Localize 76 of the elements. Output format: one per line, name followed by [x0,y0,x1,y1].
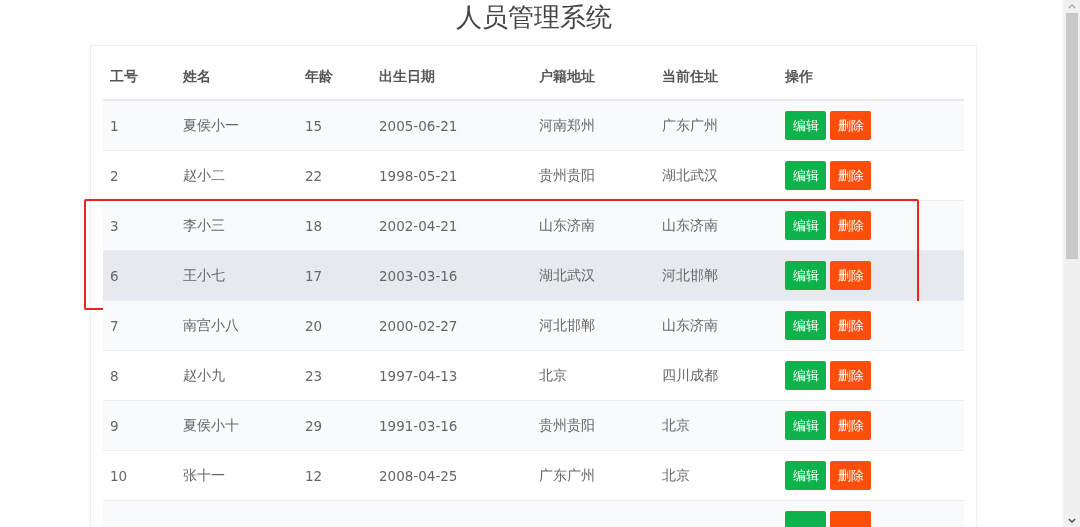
table-cell-text: 北京 [539,366,568,385]
table-cell-text: 李小三 [183,216,226,235]
edit-button[interactable]: 编辑 [785,461,826,490]
table-cell-text: 2003-03-16 [379,267,459,284]
table-cell-text: 2 [110,167,120,184]
delete-button[interactable]: 删除 [830,111,871,140]
edit-button[interactable]: 编辑 [785,411,826,440]
table-cell-text: 王小七 [183,266,226,285]
table-cell-text: 赵小九 [183,366,226,385]
delete-button[interactable]: 删除 [830,211,871,240]
delete-button[interactable]: 删除 [830,311,871,340]
scrollbar[interactable] [1063,0,1080,527]
column-header: 当前住址 [662,68,719,86]
table-cell-text: 湖北武汉 [539,266,596,285]
table-cell-text: 南宫小八 [183,316,240,335]
table-cell-text: 夏侯小一 [183,116,240,135]
table-cell-text: 22 [305,167,324,184]
table-cell-text: 河北邯郸 [539,316,596,335]
column-header: 操作 [785,68,814,86]
table-cell-text: 15 [305,117,324,134]
scroll-up-icon[interactable] [1067,4,1076,9]
table-cell-text: 6 [110,267,120,284]
column-header: 年龄 [305,68,334,86]
table-cell-text: 1998-05-21 [379,167,459,184]
edit-button[interactable]: 编辑 [785,161,826,190]
table-cell-text: 7 [110,317,120,334]
table-cell-text: 湖北武汉 [662,166,719,185]
table-cell-text: 张十一 [183,466,226,485]
table-cell-text: 北京 [662,466,691,485]
table-cell-text: 四川成都 [662,366,719,385]
table-cell-text: 广东广州 [662,116,719,135]
delete-button[interactable]: 删除 [830,161,871,190]
table-cell-text: 17 [305,267,324,284]
column-header: 户籍地址 [539,68,596,86]
page-title: 人员管理系统 [454,1,613,34]
column-header: 出生日期 [379,68,436,86]
column-header: 姓名 [183,68,212,86]
delete-button[interactable]: 删除 [830,461,871,490]
table-cell-text: 10 [110,467,129,484]
table-cell-text: 2008-04-25 [379,467,459,484]
table-cell-text: 贵州贵阳 [539,166,596,185]
table-cell-text: 北京 [662,416,691,435]
edit-button[interactable]: 编辑 [785,111,826,140]
delete-button[interactable]: 删除 [830,411,871,440]
table-cell-text: 2005-06-21 [379,117,459,134]
table-cell-text: 2002-04-21 [379,217,459,234]
table-cell-text: 20 [305,317,324,334]
table-cell-text: 12 [305,467,324,484]
edit-button[interactable]: 编辑 [785,261,826,290]
table-cell-text: 山东济南 [539,216,596,235]
table-cell-text: 1 [110,117,120,134]
table-cell-text: 赵小二 [183,166,226,185]
table-cell-text: 夏侯小十 [183,416,240,435]
table-cell-text: 1991-03-16 [379,417,459,434]
delete-button[interactable]: 删除 [830,361,871,390]
table-cell-text: 河南郑州 [539,116,596,135]
edit-button[interactable]: 编辑 [785,311,826,340]
edit-button[interactable]: 编辑 [785,211,826,240]
table-cell-text: 3 [110,217,120,234]
delete-button[interactable]: 删除 [830,261,871,290]
table-cell-text: 广东广州 [539,466,596,485]
table-cell-text: 山东济南 [662,216,719,235]
table-cell-text: 2000-02-27 [379,317,459,334]
column-header: 工号 [110,68,139,86]
table-cell-text: 山东济南 [662,316,719,335]
table-cell-text: 1997-04-13 [379,367,459,384]
table-cell-text: 18 [305,217,324,234]
table-cell-text: 29 [305,417,324,434]
table-cell-text: 河北邯郸 [662,266,719,285]
table-cell-text: 23 [305,367,324,384]
scroll-down-icon[interactable] [1067,518,1076,523]
table-cell-text: 贵州贵阳 [539,416,596,435]
edit-button[interactable]: 编辑 [785,361,826,390]
scrollbar-thumb[interactable] [1065,13,1078,259]
table-cell-text: 8 [110,367,120,384]
table-cell-text: 9 [110,417,120,434]
